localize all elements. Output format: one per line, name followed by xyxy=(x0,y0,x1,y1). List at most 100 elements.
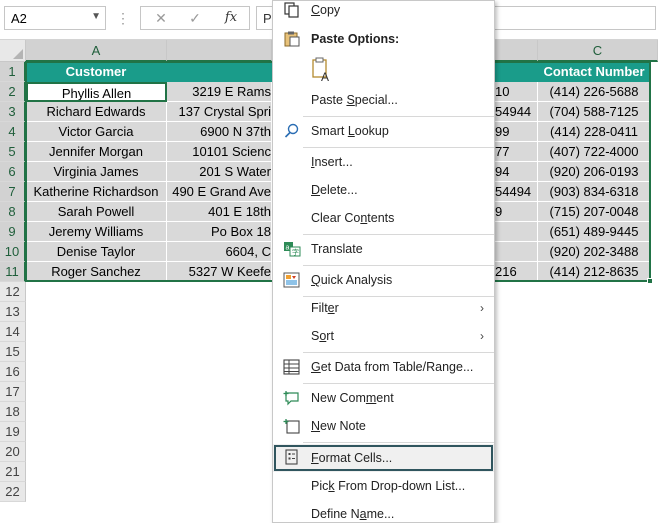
customer-cell[interactable]: Jeremy Williams xyxy=(26,222,167,242)
comment-icon xyxy=(283,391,299,406)
menu-item-new-note[interactable]: New Note xyxy=(273,413,494,439)
zip-cell[interactable]: 94 xyxy=(495,162,538,182)
contact-number-cell[interactable]: (414) 212-8635 xyxy=(538,262,651,282)
zip-cell[interactable]: 54494 xyxy=(495,182,538,202)
zip-cell[interactable]: 216 xyxy=(495,262,538,282)
menu-item-smart-lookup[interactable]: Smart Lookup xyxy=(273,118,494,144)
row-header[interactable]: 13 xyxy=(0,302,26,322)
contact-number-cell[interactable]: (715) 207-0048 xyxy=(538,202,651,222)
menu-separator xyxy=(303,442,494,443)
address-cell[interactable]: 401 E 18th xyxy=(167,202,272,222)
fill-handle[interactable] xyxy=(647,278,653,284)
header-cell-zip[interactable] xyxy=(495,62,538,82)
row-header[interactable]: 18 xyxy=(0,402,26,422)
address-cell[interactable]: 6900 N 37th xyxy=(167,122,272,142)
enter-icon[interactable]: ✓ xyxy=(183,9,207,27)
menu-item-translate[interactable]: a字 Translate xyxy=(273,236,494,262)
address-cell[interactable]: 10101 Scienc xyxy=(167,142,272,162)
row-header[interactable]: 17 xyxy=(0,382,26,402)
customer-cell[interactable]: Richard Edwards xyxy=(26,102,167,122)
row-header[interactable]: 11 xyxy=(0,262,26,282)
zip-cell[interactable]: 10 xyxy=(495,82,538,102)
menu-item-copy[interactable]: Copy xyxy=(273,0,494,23)
row-header[interactable]: 21 xyxy=(0,462,26,482)
menu-item-delete[interactable]: Delete... xyxy=(273,177,494,203)
zip-cell[interactable]: 9 xyxy=(495,202,538,222)
row-header[interactable]: 6 xyxy=(0,162,26,182)
column-header-b[interactable] xyxy=(167,40,272,62)
chevron-down-icon[interactable]: ▼ xyxy=(91,11,101,22)
menu-item-clear-contents[interactable]: Clear Contents xyxy=(273,205,494,231)
menu-item-define-name[interactable]: Define Name... xyxy=(273,501,494,523)
zip-cell[interactable]: 99 xyxy=(495,122,538,142)
header-cell-address[interactable] xyxy=(167,62,272,82)
customer-cell[interactable]: Katherine Richardson xyxy=(26,182,167,202)
address-cell[interactable]: Po Box 18 xyxy=(167,222,272,242)
menu-item-new-comment[interactable]: New Comment xyxy=(273,385,494,411)
insert-function-icon[interactable]: fx xyxy=(219,9,243,27)
row-header[interactable]: 22 xyxy=(0,482,26,502)
select-all-corner[interactable] xyxy=(0,40,26,62)
name-box-value: A2 xyxy=(11,11,27,26)
column-header-c[interactable]: C xyxy=(538,40,658,62)
row-header[interactable]: 14 xyxy=(0,322,26,342)
customer-cell[interactable]: Jennifer Morgan xyxy=(26,142,167,162)
menu-item-insert[interactable]: Insert... xyxy=(273,149,494,175)
address-cell[interactable]: 137 Crystal Spri xyxy=(167,102,272,122)
name-box[interactable]: A2 ▼ xyxy=(4,6,106,30)
row-header[interactable]: 15 xyxy=(0,342,26,362)
header-cell-contact-number[interactable]: Contact Number xyxy=(538,62,651,82)
column-header-a[interactable]: A xyxy=(26,40,167,62)
contact-number-cell[interactable]: (903) 834-6318 xyxy=(538,182,651,202)
menu-item-format-cells[interactable]: Format Cells... xyxy=(273,444,494,472)
address-cell[interactable]: 5327 W Keefe xyxy=(167,262,272,282)
menu-item-quick-analysis[interactable]: Quick Analysis xyxy=(273,267,494,293)
row-header[interactable]: 8 xyxy=(0,202,26,222)
formula-buttons: ✕ ✓ fx xyxy=(140,6,250,30)
customer-cell[interactable]: Roger Sanchez xyxy=(26,262,167,282)
row-header[interactable]: 2 xyxy=(0,82,26,102)
address-cell[interactable]: 201 S Water xyxy=(167,162,272,182)
customer-cell[interactable]: Denise Taylor xyxy=(26,242,167,262)
menu-item-filter[interactable]: Filter › xyxy=(273,295,494,321)
contact-number-cell[interactable]: (407) 722-4000 xyxy=(538,142,651,162)
row-header[interactable]: 5 xyxy=(0,142,26,162)
row-header[interactable]: 20 xyxy=(0,442,26,462)
contact-number-cell[interactable]: (651) 489-9445 xyxy=(538,222,651,242)
address-cell[interactable]: 6604, C xyxy=(167,242,272,262)
address-cell[interactable]: 3219 E Rams xyxy=(167,82,272,102)
menu-item-get-data[interactable]: Get Data from Table/Range... xyxy=(273,354,494,380)
row-header[interactable]: 1 xyxy=(0,62,26,82)
row-header[interactable]: 10 xyxy=(0,242,26,262)
cancel-icon[interactable]: ✕ xyxy=(149,9,173,27)
paste-values-button[interactable]: A xyxy=(311,57,333,84)
row-header[interactable]: 4 xyxy=(0,122,26,142)
zip-cell[interactable] xyxy=(495,222,538,242)
contact-number-cell[interactable]: (920) 206-0193 xyxy=(538,162,651,182)
contact-number-cell[interactable]: (704) 588-7125 xyxy=(538,102,651,122)
customer-cell[interactable]: Sarah Powell xyxy=(26,202,167,222)
address-cell[interactable]: 490 E Grand Ave xyxy=(167,182,272,202)
customer-cell[interactable]: Phyllis Allen xyxy=(26,82,167,102)
header-cell-customer[interactable]: Customer xyxy=(26,62,167,82)
menu-item-sort[interactable]: Sort › xyxy=(273,323,494,349)
menu-item-pick-from-list[interactable]: Pick From Drop-down List... xyxy=(273,473,494,499)
row-header[interactable]: 16 xyxy=(0,362,26,382)
menu-item-paste-special[interactable]: Paste Special... xyxy=(273,87,494,113)
zip-cell[interactable] xyxy=(495,242,538,262)
row-header[interactable]: 7 xyxy=(0,182,26,202)
row-header[interactable]: 19 xyxy=(0,422,26,442)
contact-number-cell[interactable]: (414) 228-0411 xyxy=(538,122,651,142)
row-header[interactable]: 3 xyxy=(0,102,26,122)
contact-number-cell[interactable]: (414) 226-5688 xyxy=(538,82,651,102)
zip-cell[interactable]: 77 xyxy=(495,142,538,162)
customer-cell[interactable]: Victor Garcia xyxy=(26,122,167,142)
customer-cell[interactable]: Virginia James xyxy=(26,162,167,182)
paste-options-heading: Paste Options: xyxy=(273,26,494,52)
row-header[interactable]: 9 xyxy=(0,222,26,242)
contact-number-cell[interactable]: (920) 202-3488 xyxy=(538,242,651,262)
zip-cell[interactable]: 54944 xyxy=(495,102,538,122)
note-icon xyxy=(283,419,300,434)
column-header-hidden[interactable] xyxy=(495,40,538,62)
row-header[interactable]: 12 xyxy=(0,282,26,302)
